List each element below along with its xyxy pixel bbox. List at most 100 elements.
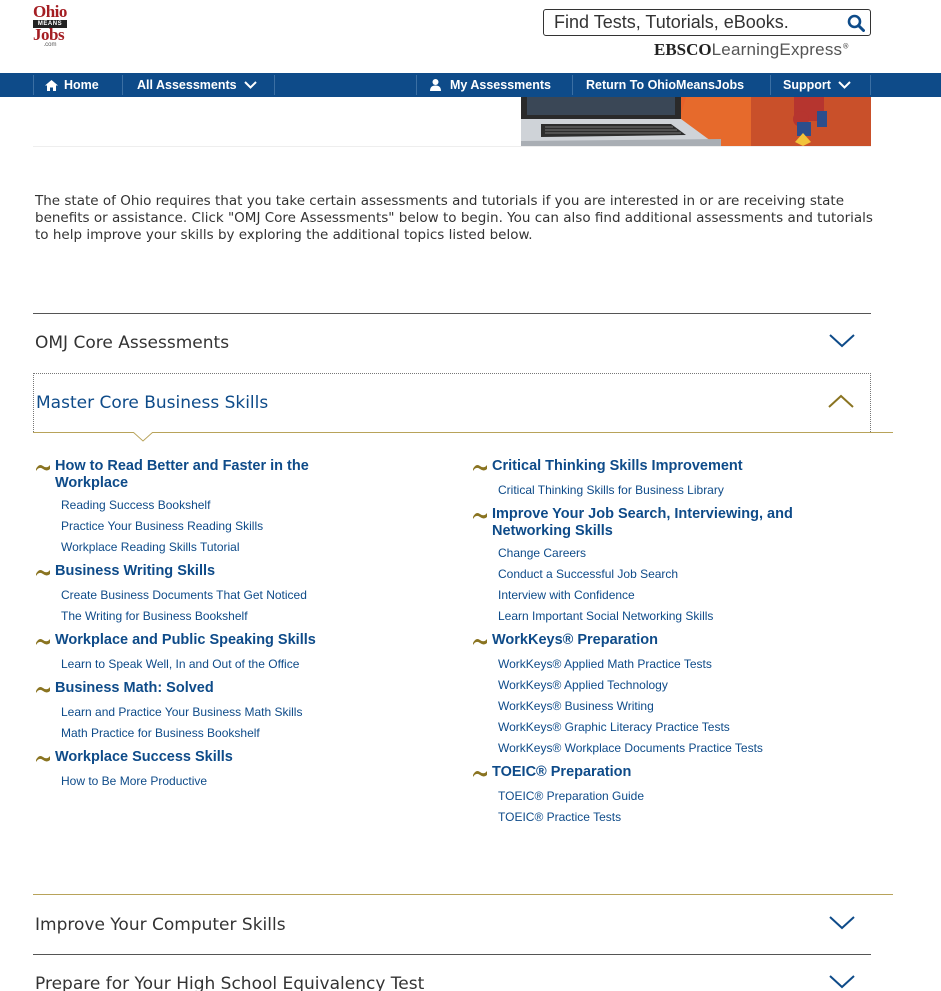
skill-link[interactable]: Critical Thinking Skills for Business Li… [498, 483, 872, 497]
skill-link[interactable]: The Writing for Business Bookshelf [61, 609, 435, 623]
skill-group: Business Math: Solved Learn and Practice… [35, 680, 435, 740]
skill-group: TOEIC® Preparation TOEIC® Preparation Gu… [472, 764, 872, 824]
chevron-down-icon [243, 81, 257, 89]
ebsco-learningexpress-logo: EBSCOLearningExpress® [654, 40, 849, 60]
nav-return-ohiomeansjobs[interactable]: Return To OhioMeansJobs [586, 73, 744, 97]
skill-link[interactable]: WorkKeys® Business Writing [498, 699, 872, 713]
skill-group: WorkKeys® Preparation WorkKeys® Applied … [472, 632, 872, 755]
skill-link[interactable]: Conduct a Successful Job Search [498, 567, 872, 581]
ebsco-wordmark: EBSCO [654, 40, 712, 59]
skill-group: How to Read Better and Faster in the Wor… [35, 458, 435, 554]
skill-link[interactable]: WorkKeys® Applied Technology [498, 678, 872, 692]
ohiomeansjobs-logo[interactable]: Ohio MEANS Jobs .com [33, 2, 67, 48]
skill-link[interactable]: Reading Success Bookshelf [61, 498, 435, 512]
chevron-down-icon [829, 974, 855, 991]
chevron-up-icon [828, 393, 854, 413]
skill-group: Critical Thinking Skills Improvement Cri… [472, 458, 872, 497]
skill-link[interactable]: WorkKeys® Applied Math Practice Tests [498, 657, 872, 671]
accordion-title: Prepare for Your High School Equivalency… [35, 974, 425, 991]
tilde-bullet-icon [35, 458, 55, 477]
nav-home-label: Home [64, 78, 99, 92]
registered-mark: ® [842, 42, 850, 51]
skill-link[interactable]: Learn and Practice Your Business Math Sk… [61, 705, 435, 719]
search-input[interactable] [554, 12, 846, 33]
nav-all-assessments-label: All Assessments [137, 78, 237, 92]
tilde-bullet-icon [472, 764, 492, 783]
tilde-bullet-icon [35, 563, 55, 582]
nav-divider [572, 75, 573, 95]
skill-group: Workplace Success Skills How to Be More … [35, 749, 435, 788]
accordion-title: Improve Your Computer Skills [35, 915, 286, 935]
logo-ohio: Ohio [33, 2, 67, 21]
nav-home[interactable]: Home [45, 73, 99, 97]
skill-group: Workplace and Public Speaking Skills Lea… [35, 632, 435, 671]
tilde-bullet-icon [472, 458, 492, 477]
skill-link[interactable]: Change Careers [498, 546, 872, 560]
logo-jobs: Jobs [33, 25, 65, 44]
accordion-improve-computer-skills[interactable]: Improve Your Computer Skills [33, 896, 871, 954]
chevron-down-icon [829, 333, 855, 353]
skill-link[interactable]: Workplace Reading Skills Tutorial [61, 540, 435, 554]
panel-caret-icon [133, 432, 153, 442]
accordion-high-school-equivalency[interactable]: Prepare for Your High School Equivalency… [33, 955, 871, 991]
learningexpress-wordmark: LearningExpress [711, 40, 843, 59]
accordion-omj-core-assessments[interactable]: OMJ Core Assessments [33, 314, 871, 372]
skill-group-title[interactable]: Critical Thinking Skills Improvement [472, 458, 872, 477]
skill-link[interactable]: Interview with Confidence [498, 588, 872, 602]
skill-group-title[interactable]: How to Read Better and Faster in the Wor… [35, 458, 435, 492]
skill-group-title[interactable]: TOEIC® Preparation [472, 764, 872, 783]
skill-group-title[interactable]: Workplace and Public Speaking Skills [35, 632, 435, 651]
tilde-bullet-icon [35, 749, 55, 768]
nav-all-assessments[interactable]: All Assessments [137, 73, 257, 97]
skill-link[interactable]: Math Practice for Business Bookshelf [61, 726, 435, 740]
nav-divider [33, 75, 34, 95]
nav-support-label: Support [783, 78, 831, 92]
skill-link[interactable]: Learn to Speak Well, In and Out of the O… [61, 657, 435, 671]
accordion-title: Master Core Business Skills [36, 393, 269, 413]
panel-bottom-border [33, 894, 893, 895]
accordion-title: OMJ Core Assessments [35, 333, 230, 353]
left-skill-column: How to Read Better and Faster in the Wor… [35, 458, 435, 797]
accordion-master-core-business-skills[interactable]: Master Core Business Skills [33, 373, 871, 432]
nav-divider [416, 75, 417, 95]
hero-banner-image [521, 97, 871, 146]
nav-divider [770, 75, 771, 95]
chevron-down-icon [838, 81, 851, 89]
tilde-bullet-icon [35, 680, 55, 699]
skill-link[interactable]: WorkKeys® Workplace Documents Practice T… [498, 741, 872, 755]
tilde-bullet-icon [472, 506, 492, 525]
skill-link[interactable]: TOEIC® Preparation Guide [498, 789, 872, 803]
banner-divider [33, 146, 871, 147]
search-icon[interactable] [846, 13, 866, 33]
skill-link[interactable]: How to Be More Productive [61, 774, 435, 788]
skill-link[interactable]: Practice Your Business Reading Skills [61, 519, 435, 533]
right-skill-column: Critical Thinking Skills Improvement Cri… [472, 458, 872, 833]
skill-group: Improve Your Job Search, Interviewing, a… [472, 506, 872, 623]
nav-return-label: Return To OhioMeansJobs [586, 78, 745, 92]
nav-support[interactable]: Support [783, 73, 851, 97]
skill-link[interactable]: TOEIC® Practice Tests [498, 810, 872, 824]
main-nav: Home All Assessments My Assessments Retu… [0, 73, 941, 97]
skill-link[interactable]: WorkKeys® Graphic Literacy Practice Test… [498, 720, 872, 734]
skill-group: Business Writing Skills Create Business … [35, 563, 435, 623]
tilde-bullet-icon [472, 632, 492, 651]
nav-my-assessments[interactable]: My Assessments [430, 73, 551, 97]
nav-divider [122, 75, 123, 95]
skill-link[interactable]: Create Business Documents That Get Notic… [61, 588, 435, 602]
user-icon [430, 79, 441, 91]
nav-divider [274, 75, 275, 95]
nav-divider [870, 75, 871, 95]
home-icon [45, 79, 58, 91]
nav-my-assessments-label: My Assessments [450, 78, 551, 92]
skill-link[interactable]: Learn Important Social Networking Skills [498, 609, 872, 623]
chevron-down-icon [829, 915, 855, 935]
panel-top-border [33, 432, 893, 433]
search-box [543, 9, 871, 36]
skill-group-title[interactable]: Workplace Success Skills [35, 749, 435, 768]
skill-group-title[interactable]: WorkKeys® Preparation [472, 632, 872, 651]
skill-group-title[interactable]: Improve Your Job Search, Interviewing, a… [472, 506, 872, 540]
tilde-bullet-icon [35, 632, 55, 651]
skill-group-title[interactable]: Business Math: Solved [35, 680, 435, 699]
intro-text: The state of Ohio requires that you take… [35, 193, 873, 243]
skill-group-title[interactable]: Business Writing Skills [35, 563, 435, 582]
